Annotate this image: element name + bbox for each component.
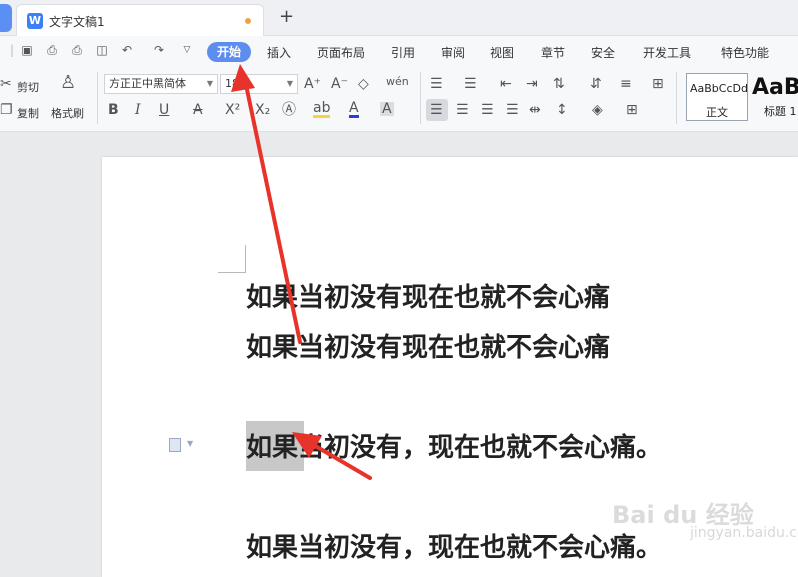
document-tab[interactable]: W 文字文稿1 [16,4,264,36]
undo-icon[interactable]: ↶ [120,43,134,57]
grow-font-icon[interactable]: A⁺ [304,77,321,91]
font-color-icon[interactable]: A [349,101,359,118]
line-spacing-icon[interactable]: ≡ [620,77,632,91]
style-normal-sample: AaBbCcDd [690,82,748,95]
margin-corner-mark [218,245,246,273]
writer-icon: W [27,13,43,29]
style-normal[interactable]: AaBbCcDd 正文 [686,73,748,121]
font-name-select[interactable]: 方正正中黑简体 ▼ [104,74,218,94]
menu-toggle-icon[interactable]: | [5,43,19,57]
table-icon[interactable]: ⊞ [652,77,664,91]
italic-button[interactable]: I [135,103,141,117]
shading-icon[interactable]: ◈ [592,103,603,117]
strikethrough-icon[interactable]: A [193,103,203,117]
document-line-4[interactable]: 如果当初没有，现在也就不会心痛。 [246,527,662,564]
copy-icon[interactable]: ❐ [0,103,13,117]
chevron-down-icon: ▼ [206,79,213,88]
document-line-3[interactable]: 如果当初没有，现在也就不会心痛。 [246,427,662,464]
clear-format-icon[interactable]: ◇ [358,77,369,91]
superscript-icon[interactable]: X² [225,103,240,117]
document-line-2[interactable]: 如果当初没有现在也就不会心痛 [246,327,610,364]
menu-references[interactable]: 引用 [391,44,415,61]
home-tab[interactable] [0,4,12,32]
print-preview-icon[interactable]: ◫ [95,43,109,57]
font-size-value: 18 [225,77,239,90]
redo-icon[interactable]: ↷ [152,43,166,57]
ribbon-divider [97,72,98,124]
unsaved-indicator-icon [245,18,251,24]
menu-view[interactable]: 视图 [490,44,514,61]
quick-access-more-icon[interactable]: ▽ [180,43,194,57]
style-normal-label: 正文 [706,106,728,119]
watermark-url: jingyan.baidu.com [690,525,798,541]
print-icon[interactable]: ⎙ [70,43,84,57]
menu-special-features[interactable]: 特色功能 [721,44,769,61]
menu-insert[interactable]: 插入 [267,44,291,61]
style-heading-1-sample: AaB [752,75,798,100]
new-tab-button[interactable]: + [279,8,294,26]
document-line-1[interactable]: 如果当初没有现在也就不会心痛 [246,277,610,314]
font-size-select[interactable]: 18 ▼ [220,74,298,94]
menu-review[interactable]: 审阅 [441,44,465,61]
menu-start[interactable]: 开始 [207,42,251,62]
document-tab-title: 文字文稿1 [49,15,105,29]
ribbon-divider [420,72,421,124]
text-effect-icon[interactable]: Ⓐ [282,103,296,117]
text-direction-icon[interactable]: ⇅ [553,77,565,91]
menu-security[interactable]: 安全 [591,44,615,61]
cut-label[interactable]: 剪切 [17,79,39,95]
borders-icon[interactable]: ⊞ [626,103,638,117]
style-heading-1-label: 标题 1 [764,105,797,118]
font-name-value: 方正正中黑简体 [109,77,186,90]
increase-indent-icon[interactable]: ⇥ [526,77,538,91]
bold-button[interactable]: B [108,103,119,117]
distribute-icon[interactable]: ⇹ [529,103,541,117]
format-painter-icon[interactable]: ♙ [60,74,76,92]
decrease-indent-icon[interactable]: ⇤ [500,77,512,91]
paragraph-spacing-icon[interactable]: ↕ [556,103,568,117]
format-painter-label[interactable]: 格式刷 [51,105,84,121]
numbered-list-icon[interactable]: ☰ [464,77,477,91]
shrink-font-icon[interactable]: A⁻ [331,77,348,91]
align-right-icon[interactable]: ☰ [481,103,494,117]
align-center-icon[interactable]: ☰ [456,103,469,117]
char-shading-icon[interactable]: A [380,102,394,116]
sort-icon[interactable]: ⇵ [590,77,602,91]
export-icon[interactable]: ⎙ [45,43,59,57]
phonetic-guide-icon[interactable]: wén [386,75,409,89]
paragraph-handle-icon[interactable] [169,438,181,452]
save-icon[interactable]: ▣ [20,43,34,57]
style-heading-1[interactable]: AaB 标题 1 [752,73,798,121]
underline-button[interactable]: U [159,103,169,117]
chevron-down-icon: ▼ [286,79,293,88]
ribbon-divider [676,72,677,124]
menu-page-layout[interactable]: 页面布局 [317,44,365,61]
highlight-icon[interactable]: ab [313,101,331,118]
align-left-icon: ☰ [430,102,443,118]
chevron-down-icon[interactable]: ▼ [187,439,193,448]
subscript-icon[interactable]: X₂ [255,103,270,117]
justify-icon[interactable]: ☰ [506,103,519,117]
copy-label[interactable]: 复制 [17,105,39,121]
menu-developer-tools[interactable]: 开发工具 [643,44,691,61]
menu-chapter[interactable]: 章节 [541,44,565,61]
scissors-icon[interactable]: ✂ [0,77,12,91]
bullet-list-icon[interactable]: ☰ [430,77,443,91]
